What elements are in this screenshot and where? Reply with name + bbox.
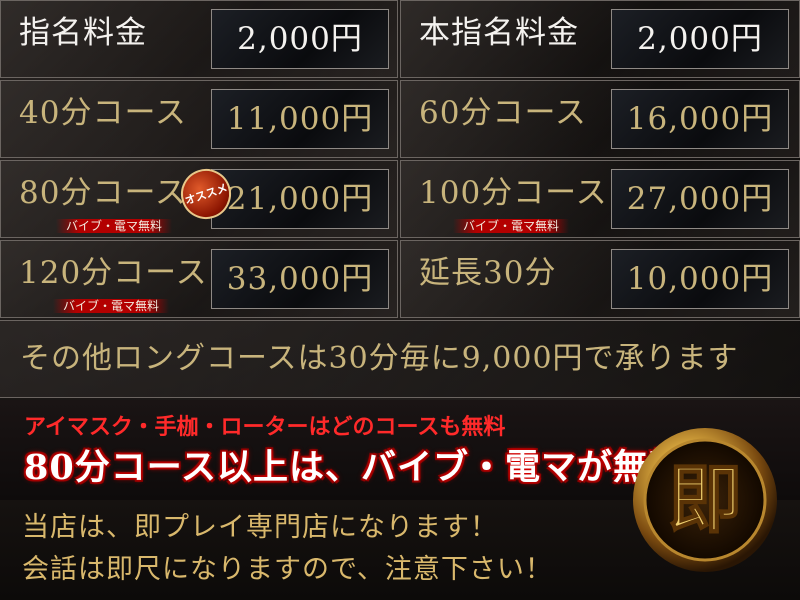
free-vibe-text: 80分コース以上は、バイブ・電マが無料！ <box>24 447 721 488</box>
nomination-fee-price: 2,000円 <box>211 9 389 69</box>
course-100-cell: 100分コース 27,000円 バイブ・電マ無料 <box>400 160 800 238</box>
course-80-free-note: バイブ・電マ無料 <box>56 219 173 233</box>
nomination-fee-label: 指名料金 <box>19 15 147 51</box>
long-course-row: その他ロングコースは30分毎に9,000円で承ります <box>0 320 800 398</box>
long-course-text: その他ロングコースは30分毎に9,000円で承ります <box>20 341 739 376</box>
extension-30-cell: 延長30分 10,000円 <box>400 240 800 318</box>
course-120-free-note: バイブ・電マ無料 <box>53 299 170 313</box>
price-board: 指名料金 2,000円 本指名料金 2,000円 40分コース 11,000円 … <box>0 0 800 600</box>
main-nomination-fee-cell: 本指名料金 2,000円 <box>400 0 800 78</box>
soku-seal-icon: 即 <box>633 428 777 572</box>
main-nomination-fee-price: 2,000円 <box>611 9 789 69</box>
course-100-free-note: バイブ・電マ無料 <box>453 219 570 233</box>
nomination-fee-cell: 指名料金 2,000円 <box>0 0 398 78</box>
course-120-cell: 120分コース 33,000円 バイブ・電マ無料 <box>0 240 398 318</box>
course-80-price: 21,000円 <box>211 169 389 229</box>
course-80-cell: 80分コース 21,000円 バイブ・電マ無料 オススメ <box>0 160 398 238</box>
course-40-cell: 40分コース 11,000円 <box>0 80 398 158</box>
course-100-price: 27,000円 <box>611 169 789 229</box>
course-100-label: 100分コース <box>419 175 608 211</box>
course-60-price: 16,000円 <box>611 89 789 149</box>
course-60-label: 60分コース <box>419 95 587 131</box>
main-nomination-fee-label: 本指名料金 <box>419 15 579 51</box>
course-40-price: 11,000円 <box>211 89 389 149</box>
notice-line-2: 会話は即尺になりますので、注意下さい！ <box>22 554 553 585</box>
course-80-label: 80分コース <box>19 175 187 211</box>
course-40-label: 40分コース <box>19 95 187 131</box>
course-60-cell: 60分コース 16,000円 <box>400 80 800 158</box>
course-120-label: 120分コース <box>19 255 208 291</box>
notice-line-1: 当店は、即プレイ専門店になります！ <box>22 512 498 543</box>
extension-30-price: 10,000円 <box>611 249 789 309</box>
free-items-text: アイマスク・手枷・ローターはどのコースも無料 <box>24 414 506 440</box>
course-120-price: 33,000円 <box>211 249 389 309</box>
seal-glyph: 即 <box>668 457 742 543</box>
extension-30-label: 延長30分 <box>419 255 557 291</box>
